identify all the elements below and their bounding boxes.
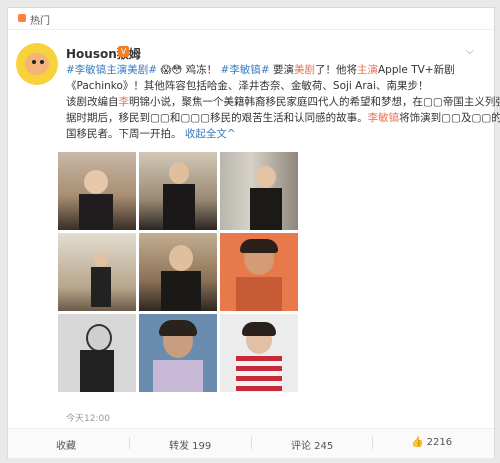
username[interactable]: Houson猴姆 — [66, 45, 141, 62]
hot-icon — [18, 14, 26, 22]
photo-4[interactable] — [58, 233, 136, 311]
photo-2[interactable] — [139, 152, 217, 230]
like-count: 2216 — [426, 437, 453, 448]
photo-6[interactable] — [220, 233, 298, 311]
like-button[interactable]: 👍 2216 — [411, 437, 452, 448]
collapse-link[interactable]: 收起全文 — [185, 128, 227, 140]
hot-bar: 热门 — [8, 8, 494, 30]
photo-1[interactable] — [58, 152, 136, 230]
comment-button[interactable]: 评论 245 — [291, 437, 333, 452]
post-line-2: 《Pachinko》！其他阵容包括哈金、泽井杏奈、金敏荷、Soji Arai、南… — [66, 80, 429, 92]
repost-button[interactable]: 转发 199 — [169, 437, 211, 452]
vip-badge-icon: V — [118, 46, 129, 57]
emoji-text: 😱😳 鸡冻！ — [160, 64, 218, 76]
action-bar: 收藏 转发 199 评论 245 👍 2216 — [8, 428, 494, 458]
photo-8[interactable] — [139, 314, 217, 392]
photo-7[interactable] — [58, 314, 136, 392]
timestamp: 今天12:00 — [66, 414, 110, 424]
photo-5[interactable] — [139, 233, 217, 311]
hot-label: 热门 — [30, 16, 50, 27]
photo-3[interactable] — [220, 152, 298, 230]
favorite-button[interactable]: 收藏 — [56, 437, 76, 452]
post-text: #李敏镐主演美剧# 😱😳 鸡冻！ #李敏镐# 要演美剧了！他将主演Apple T… — [66, 64, 500, 140]
weibo-post-card: 热门 Houson猴姆 V ⌵ #李敏镐主演美剧# 😱😳 鸡冻！ #李敏镐# 要… — [7, 7, 500, 458]
chevron-down-icon[interactable]: ⌵ — [466, 46, 480, 57]
topic-link[interactable]: #李敏镐主演美剧# — [66, 64, 157, 76]
photo-9[interactable] — [220, 314, 298, 392]
collapse-arrow-icon[interactable]: ^ — [227, 128, 236, 140]
topic-link-2[interactable]: #李敏镐# — [221, 64, 270, 76]
avatar[interactable] — [16, 43, 58, 85]
thumbs-up-icon: 👍 — [411, 437, 424, 448]
